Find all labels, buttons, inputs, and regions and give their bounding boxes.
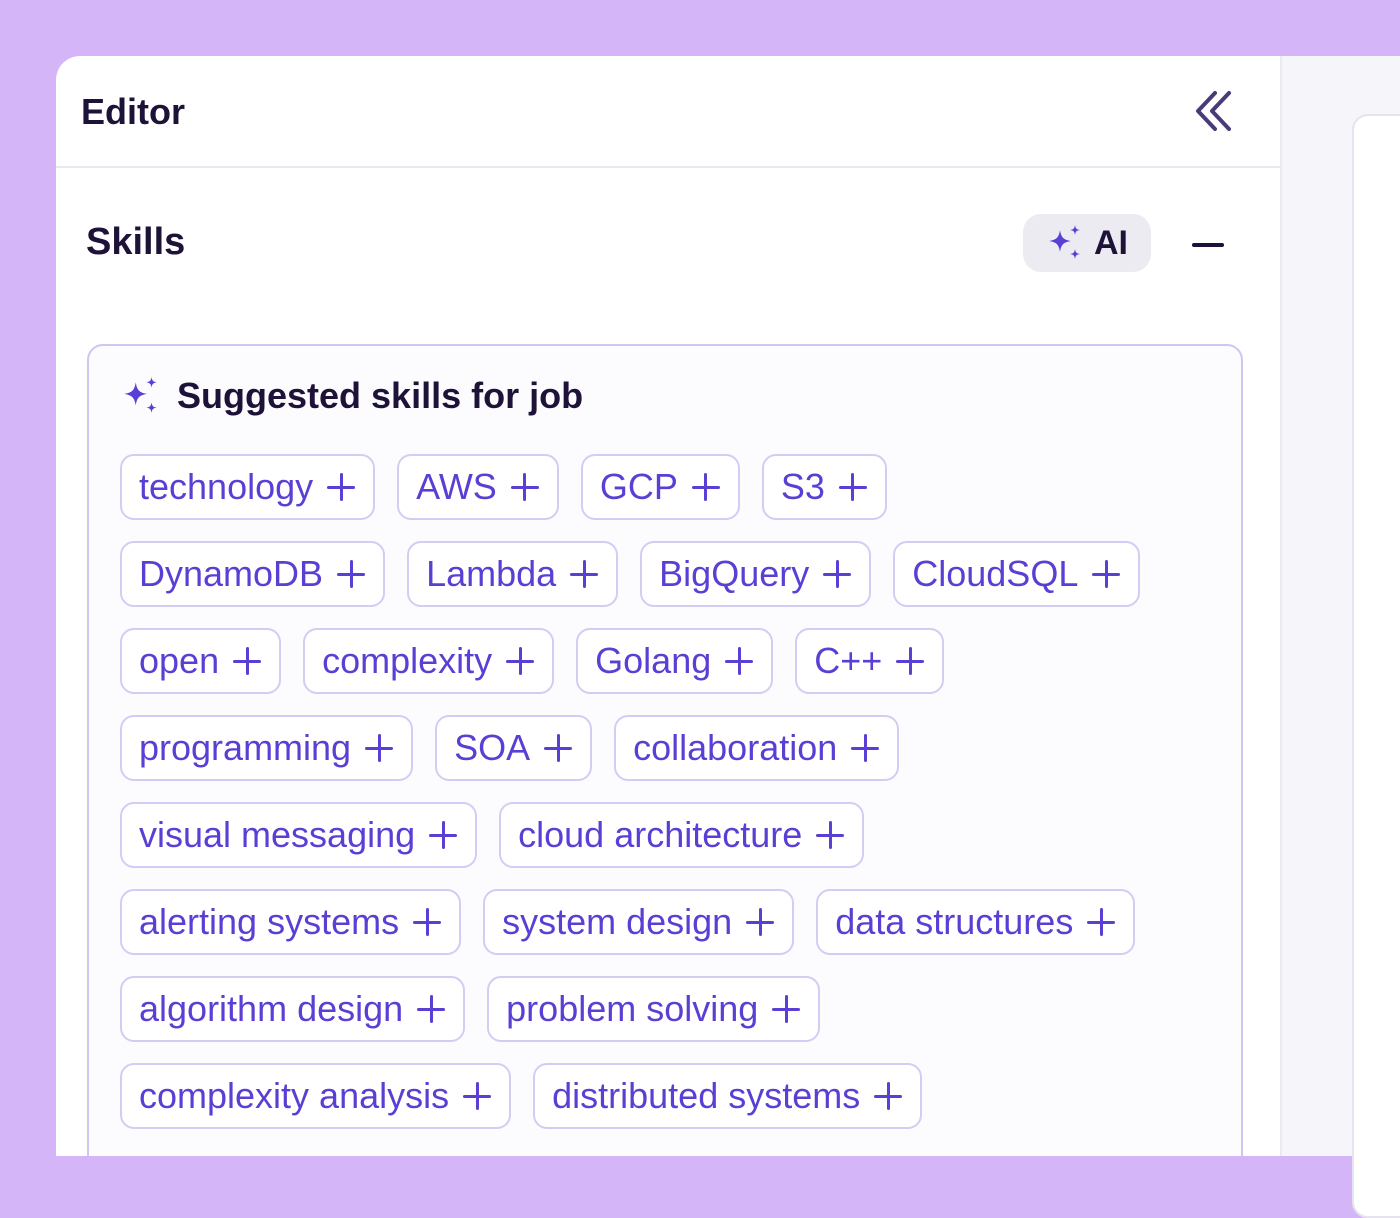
skill-chip-label: collaboration (633, 727, 838, 768)
skill-chip[interactable]: programming (120, 715, 414, 781)
suggested-skills-heading: Suggested skills for job (121, 374, 583, 418)
plus-icon (746, 908, 775, 936)
skill-chip-label: alerting systems (139, 901, 400, 942)
ai-button-label: AI (1094, 224, 1128, 262)
skill-chip-label: C++ (814, 640, 883, 681)
plus-icon (337, 560, 366, 588)
chip-row: visual messaging cloud architecture (120, 802, 1220, 868)
skill-chip-label: data structures (835, 901, 1074, 942)
skill-chip[interactable]: technology (120, 454, 376, 520)
plus-icon (365, 734, 394, 762)
chip-row: open complexity Golang C++ (120, 628, 1220, 694)
suggested-skills-heading-text: Suggested skills for job (177, 375, 584, 416)
skill-chip[interactable]: distributed systems (533, 1063, 923, 1129)
ai-button[interactable]: AI (1023, 214, 1151, 272)
skill-chip-label: AWS (416, 466, 497, 507)
skill-chip[interactable]: BigQuery (640, 541, 872, 607)
preview-area (1280, 56, 1400, 1218)
skill-chip-label: problem solving (506, 988, 759, 1029)
plus-icon (233, 647, 262, 675)
preview-card (1352, 114, 1400, 1218)
suggested-skills-box: Suggested skills for job technology AWS … (87, 344, 1243, 1156)
plus-icon (823, 560, 852, 588)
skill-chip-label: open (139, 640, 220, 681)
skill-chip[interactable]: Golang (576, 628, 774, 694)
skill-chip[interactable]: algorithm design (120, 976, 466, 1042)
skill-chips: technology AWS GCP S3 DynamoDB Lambda Bi… (120, 454, 1220, 1150)
skill-chip[interactable]: open (120, 628, 282, 694)
plus-icon (725, 647, 754, 675)
chip-row: technology AWS GCP S3 (120, 454, 1220, 520)
skill-chip-label: system design (502, 901, 733, 942)
skill-chip[interactable]: GCP (580, 454, 740, 520)
skill-chip[interactable]: DynamoDB (120, 541, 386, 607)
skill-chip[interactable]: SOA (435, 715, 593, 781)
skill-chip-label: Golang (595, 640, 712, 681)
plus-icon (816, 821, 845, 849)
skill-chip[interactable]: visual messaging (120, 802, 478, 868)
skill-chip-label: BigQuery (659, 553, 810, 594)
skill-chip[interactable]: CloudSQL (893, 541, 1141, 607)
skill-chip-label: complexity analysis (139, 1075, 450, 1116)
chip-row: programming SOA collaboration (120, 715, 1220, 781)
skill-chip-label: distributed systems (552, 1075, 861, 1116)
skill-chip[interactable]: cloud architecture (499, 802, 865, 868)
skill-chip-label: GCP (599, 466, 678, 507)
sparkles-icon (124, 377, 157, 413)
plus-icon (874, 1082, 903, 1110)
skill-chip[interactable]: system design (483, 889, 795, 955)
editor-header: Editor (56, 56, 1280, 168)
plus-icon (1087, 908, 1116, 936)
plus-icon (417, 995, 446, 1023)
plus-icon (772, 995, 801, 1023)
skill-chip[interactable]: C++ (795, 628, 945, 694)
skill-chip[interactable]: alerting systems (120, 889, 462, 955)
skill-chip-label: S3 (780, 466, 825, 507)
skills-title: Skills (86, 221, 186, 263)
skill-chip-label: SOA (454, 727, 531, 768)
plus-icon (506, 647, 535, 675)
skill-chip[interactable]: S3 (761, 454, 887, 520)
plus-icon (1092, 560, 1121, 588)
skill-chip-label: visual messaging (139, 814, 416, 855)
skill-chip[interactable]: problem solving (487, 976, 821, 1042)
skill-chip-label: CloudSQL (912, 553, 1079, 594)
plus-icon (896, 647, 925, 675)
skill-chip[interactable]: complexity analysis (120, 1063, 512, 1129)
skill-chip[interactable]: data structures (816, 889, 1136, 955)
editor-title: Editor (81, 91, 185, 132)
skill-chip-label: algorithm design (139, 988, 404, 1029)
skill-chip-label: Lambda (426, 553, 557, 594)
skill-chip-label: technology (139, 466, 314, 507)
skill-chip-label: cloud architecture (518, 814, 803, 855)
skill-chip[interactable]: AWS (397, 454, 559, 520)
chip-row: alerting systems system design data stru… (120, 889, 1220, 955)
plus-icon (838, 473, 867, 501)
skill-chip-label: programming (139, 727, 352, 768)
skills-section-header: Skills AI (56, 168, 1280, 318)
plus-icon (691, 473, 720, 501)
chip-row: complexity analysis distributed systems (120, 1063, 1220, 1129)
plus-icon (429, 821, 458, 849)
chip-row: DynamoDB Lambda BigQuery CloudSQL (120, 541, 1220, 607)
sparkles-icon (1049, 225, 1080, 259)
plus-icon (463, 1082, 492, 1110)
skill-chip-label: complexity (322, 640, 493, 681)
skill-chip[interactable]: complexity (303, 628, 555, 694)
chip-row: algorithm design problem solving (120, 976, 1220, 1042)
plus-icon (413, 908, 442, 936)
minus-icon (1192, 243, 1224, 247)
skill-chip[interactable]: collaboration (614, 715, 900, 781)
plus-icon (327, 473, 356, 501)
skill-chip[interactable]: Lambda (407, 541, 619, 607)
skill-chip-label: DynamoDB (139, 553, 324, 594)
plus-icon (851, 734, 880, 762)
plus-icon (510, 473, 539, 501)
double-chevron-left-icon (1196, 91, 1231, 131)
collapse-section-button[interactable] (1186, 223, 1230, 267)
plus-icon (544, 734, 573, 762)
plus-icon (570, 560, 599, 588)
collapse-panel-button[interactable] (1190, 86, 1240, 136)
editor-panel: Editor Skills AI Suggested skills for jo… (56, 56, 1280, 1156)
